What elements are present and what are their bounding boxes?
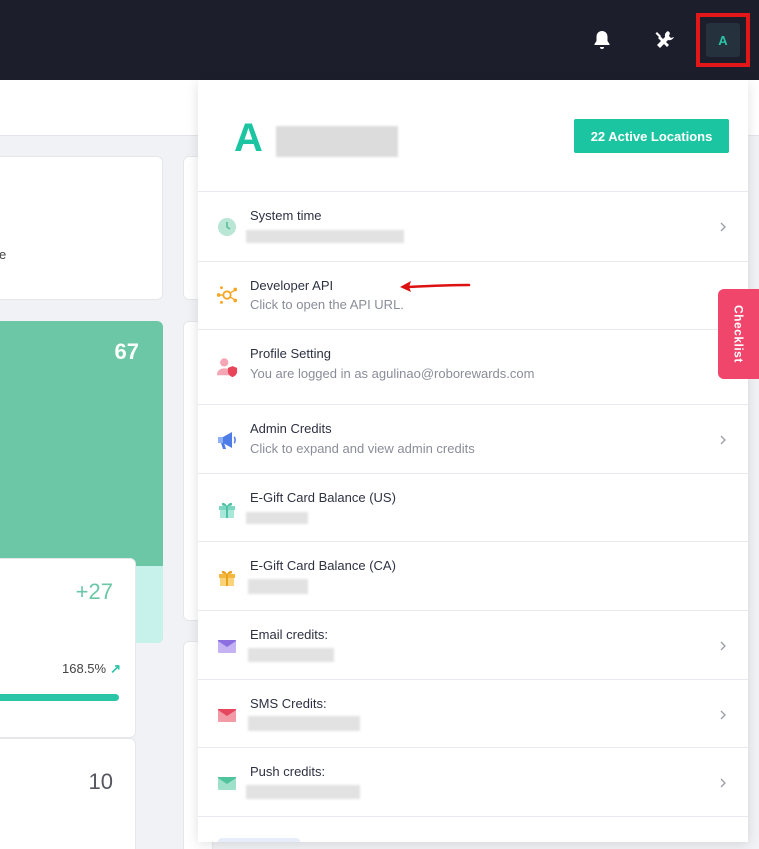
- chevron-right-icon: [718, 433, 728, 447]
- growth-percent: 168.5% ↗: [62, 661, 121, 676]
- email-credits-row[interactable]: Email credits:: [198, 611, 748, 680]
- megaphone-icon: [216, 429, 238, 451]
- row-title: Email credits:: [250, 627, 329, 642]
- profile-dropdown: A 22 Active Locations System time Develo…: [198, 80, 748, 842]
- user-shield-icon: [216, 356, 238, 378]
- growth-card: +27 168.5% ↗: [0, 558, 136, 738]
- progress-bar: [0, 694, 119, 701]
- annotation-arrow-icon: [400, 281, 471, 292]
- redacted-value: [248, 648, 334, 662]
- active-locations-button[interactable]: 22 Active Locations: [574, 119, 729, 153]
- clock-icon: [216, 216, 238, 238]
- push-credits-row[interactable]: Push credits:: [198, 748, 748, 817]
- row-subtitle: You are logged in as agulinao@roboreward…: [250, 366, 535, 381]
- egift-us-row[interactable]: E-Gift Card Balance (US): [198, 474, 748, 542]
- avatar: A: [706, 23, 740, 57]
- row-title: SMS Credits:: [250, 696, 327, 711]
- chevron-right-icon: [718, 639, 728, 653]
- admin-credits-row[interactable]: Admin Credits Click to expand and view a…: [198, 405, 748, 474]
- gift-icon: [216, 498, 238, 520]
- email-icon: [216, 635, 238, 657]
- redacted-value: [246, 230, 404, 243]
- row-title: Developer API: [250, 278, 334, 293]
- egift-ca-row[interactable]: E-Gift Card Balance (CA): [198, 542, 748, 611]
- card-text: e: [0, 247, 7, 262]
- gift-icon: [216, 566, 238, 588]
- push-icon: [216, 772, 238, 794]
- chevron-right-icon: [718, 776, 728, 790]
- growth-number: +27: [75, 579, 113, 604]
- profile-header: A 22 Active Locations: [198, 80, 748, 192]
- row-title: Push credits:: [250, 764, 326, 779]
- row-subtitle: Click to expand and view admin credits: [250, 441, 475, 456]
- api-icon: [216, 284, 238, 306]
- sms-icon: [216, 704, 238, 726]
- count-card: 10: [0, 738, 136, 849]
- tools-icon[interactable]: [651, 26, 679, 54]
- row-title: E-Gift Card Balance (CA): [250, 558, 396, 573]
- checklist-tab[interactable]: Checklist: [718, 289, 759, 379]
- row-subtitle: Click to open the API URL.: [250, 297, 404, 312]
- sms-credits-row[interactable]: SMS Credits:: [198, 680, 748, 748]
- developer-api-row[interactable]: Developer API Click to open the API URL.: [198, 262, 748, 330]
- top-bar: A: [0, 0, 759, 80]
- row-title: Profile Setting: [250, 346, 331, 361]
- count-number: 10: [88, 769, 113, 794]
- arrow-up-right-icon: ↗: [110, 661, 121, 676]
- avatar-button[interactable]: A: [696, 13, 750, 67]
- system-time-row[interactable]: System time: [198, 192, 748, 262]
- row-title: E-Gift Card Balance (US): [250, 490, 396, 505]
- stat-card: e: [0, 156, 163, 300]
- chevron-right-icon: [718, 708, 728, 722]
- chevron-right-icon: [718, 220, 728, 234]
- redacted-value: [248, 716, 360, 731]
- redacted-value: [246, 512, 308, 524]
- profile-initial: A: [234, 116, 263, 160]
- redacted-name: [276, 126, 398, 157]
- bell-icon[interactable]: [588, 26, 616, 54]
- redacted-value: [246, 785, 360, 799]
- row-title: Admin Credits: [250, 421, 332, 436]
- stat-number: 67: [114, 339, 139, 364]
- redacted-value: [248, 579, 308, 594]
- row-title: System time: [250, 208, 322, 223]
- profile-setting-row[interactable]: Profile Setting You are logged in as agu…: [198, 330, 748, 405]
- bottom-button-stub[interactable]: [218, 838, 300, 842]
